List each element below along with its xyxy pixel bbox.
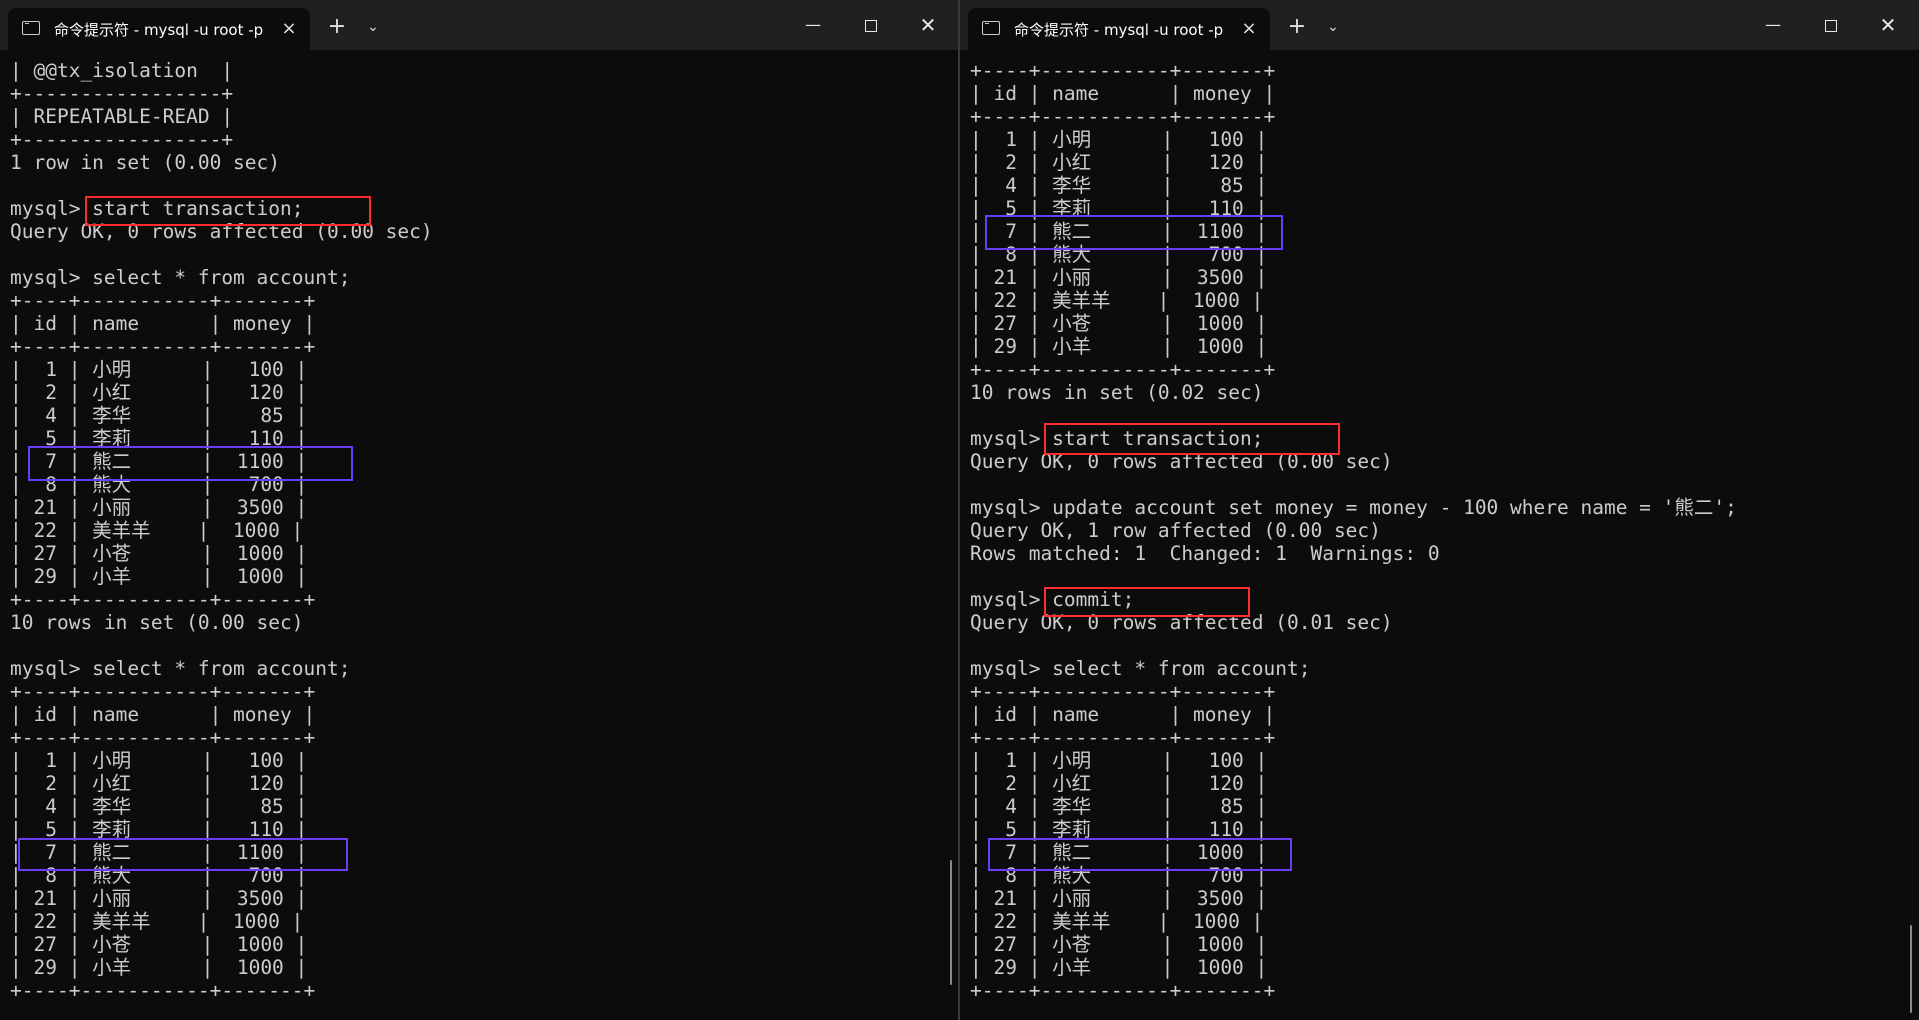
- terminal-window-right[interactable]: 命令提示符 - mysql -u root -p × + ⌄ — ✕ +----…: [960, 0, 1919, 1020]
- terminal-line: | id | name | money |: [970, 82, 1276, 105]
- terminal-line: +----+-----------+-------+: [970, 358, 1276, 381]
- terminal-line: Query OK, 1 row affected (0.00 sec): [970, 519, 1381, 542]
- terminal-line: +-----------------+: [10, 128, 234, 151]
- terminal-line: | 22 | 美羊羊 | 1000 |: [10, 519, 304, 542]
- terminal-line: mysql> select * from account;: [970, 657, 1311, 680]
- close-window-button[interactable]: ✕: [1873, 10, 1903, 40]
- terminal-line: | 1 | 小明 | 100 |: [970, 749, 1268, 772]
- highlight-box-commit: [1044, 587, 1250, 617]
- terminal-line: +----+-----------+-------+: [10, 726, 316, 749]
- close-window-button[interactable]: ✕: [913, 10, 943, 40]
- tab-title: 命令提示符 - mysql -u root -p: [1014, 21, 1224, 39]
- terminal-line: +-----------------+: [10, 82, 234, 105]
- terminal-line: mysql> select * from account;: [10, 266, 351, 289]
- tab-cmd-mysql[interactable]: 命令提示符 - mysql -u root -p ×: [8, 8, 310, 50]
- terminal-line: | 2 | 小红 | 120 |: [10, 772, 308, 795]
- terminal-line: +----+-----------+-------+: [970, 59, 1276, 82]
- terminal-line: mysql> select * from account;: [10, 657, 351, 680]
- minimize-button[interactable]: —: [798, 10, 828, 40]
- terminal-line: | 27 | 小苍 | 1000 |: [10, 542, 308, 565]
- terminal-line: +----+-----------+-------+: [970, 979, 1276, 1002]
- terminal-icon: [982, 21, 1000, 35]
- highlight-box-row-7: [985, 215, 1283, 250]
- terminal-line: 1 row in set (0.00 sec): [10, 151, 281, 174]
- title-bar[interactable]: 命令提示符 - mysql -u root -p × + ⌄ — ✕: [0, 0, 959, 50]
- new-tab-button[interactable]: +: [1286, 16, 1308, 38]
- terminal-line: | REPEATABLE-READ |: [10, 105, 234, 128]
- terminal-line: | 29 | 小羊 | 1000 |: [970, 956, 1268, 979]
- terminal-line: | 29 | 小羊 | 1000 |: [970, 335, 1268, 358]
- terminal-line: 10 rows in set (0.02 sec): [970, 381, 1264, 404]
- terminal-icon: [22, 21, 40, 35]
- terminal-line: | 1 | 小明 | 100 |: [10, 358, 308, 381]
- terminal-line: | 27 | 小苍 | 1000 |: [10, 933, 308, 956]
- tab-title: 命令提示符 - mysql -u root -p: [54, 21, 264, 39]
- terminal-line: | id | name | money |: [10, 703, 316, 726]
- highlight-box-row-7: [28, 446, 353, 481]
- terminal-line: | 29 | 小羊 | 1000 |: [10, 956, 308, 979]
- terminal-line: | 4 | 李华 | 85 |: [970, 174, 1268, 197]
- terminal-line: | 22 | 美羊羊 | 1000 |: [970, 910, 1264, 933]
- terminal-line: | @@tx_isolation |: [10, 59, 234, 82]
- terminal-line: | 4 | 李华 | 85 |: [970, 795, 1268, 818]
- terminal-line: | 4 | 李华 | 85 |: [10, 795, 308, 818]
- terminal-line: | 1 | 小明 | 100 |: [970, 128, 1268, 151]
- terminal-line: | 21 | 小丽 | 3500 |: [10, 887, 308, 910]
- terminal-line: | id | name | money |: [10, 312, 316, 335]
- terminal-line: | 2 | 小红 | 120 |: [970, 772, 1268, 795]
- terminal-line: | 4 | 李华 | 85 |: [10, 404, 308, 427]
- terminal-line: +----+-----------+-------+: [10, 979, 316, 1002]
- terminal-line: +----+-----------+-------+: [10, 588, 316, 611]
- terminal-line: mysql> update account set money = money …: [970, 496, 1737, 519]
- terminal-output[interactable]: +----+-----------+-------+ | id | name | …: [970, 59, 1900, 1019]
- title-bar[interactable]: 命令提示符 - mysql -u root -p × + ⌄ — ✕: [960, 0, 1919, 50]
- terminal-line: +----+-----------+-------+: [10, 289, 316, 312]
- chevron-down-icon[interactable]: ⌄: [364, 18, 382, 36]
- maximize-button[interactable]: [1816, 10, 1846, 40]
- terminal-line: | 1 | 小明 | 100 |: [10, 749, 308, 772]
- maximize-icon: [865, 19, 877, 32]
- maximize-icon: [1825, 19, 1837, 32]
- highlight-box-start-transaction: [85, 196, 371, 226]
- highlight-box-row-7: [988, 838, 1292, 871]
- tab-close-icon[interactable]: ×: [1238, 18, 1260, 40]
- terminal-line: +----+-----------+-------+: [970, 105, 1276, 128]
- highlight-box-start-transaction: [1044, 423, 1340, 455]
- terminal-line: | 2 | 小红 | 120 |: [10, 381, 308, 404]
- chevron-down-icon[interactable]: ⌄: [1324, 18, 1342, 36]
- terminal-line: | 27 | 小苍 | 1000 |: [970, 933, 1268, 956]
- terminal-line: | 22 | 美羊羊 | 1000 |: [10, 910, 304, 933]
- terminal-line: | 29 | 小羊 | 1000 |: [10, 565, 308, 588]
- scrollbar[interactable]: [1910, 925, 1912, 1013]
- scrollbar[interactable]: [950, 860, 952, 985]
- new-tab-button[interactable]: +: [326, 16, 348, 38]
- maximize-button[interactable]: [856, 10, 886, 40]
- terminal-line: | 27 | 小苍 | 1000 |: [970, 312, 1268, 335]
- terminal-line: +----+-----------+-------+: [970, 726, 1276, 749]
- tab-cmd-mysql[interactable]: 命令提示符 - mysql -u root -p ×: [968, 8, 1270, 50]
- terminal-window-left[interactable]: 命令提示符 - mysql -u root -p × + ⌄ — ✕ | @@t…: [0, 0, 959, 1020]
- terminal-line: 10 rows in set (0.00 sec): [10, 611, 304, 634]
- terminal-line: | 21 | 小丽 | 3500 |: [970, 887, 1268, 910]
- terminal-line: Rows matched: 1 Changed: 1 Warnings: 0: [970, 542, 1440, 565]
- terminal-line: +----+-----------+-------+: [10, 335, 316, 358]
- terminal-line: | 22 | 美羊羊 | 1000 |: [970, 289, 1264, 312]
- terminal-line: | 21 | 小丽 | 3500 |: [970, 266, 1268, 289]
- tab-close-icon[interactable]: ×: [278, 18, 300, 40]
- terminal-line: | 2 | 小红 | 120 |: [970, 151, 1268, 174]
- minimize-button[interactable]: —: [1758, 10, 1788, 40]
- terminal-line: +----+-----------+-------+: [10, 680, 316, 703]
- highlight-box-row-7: [18, 838, 348, 871]
- terminal-line: +----+-----------+-------+: [970, 680, 1276, 703]
- terminal-line: | 21 | 小丽 | 3500 |: [10, 496, 308, 519]
- terminal-line: | id | name | money |: [970, 703, 1276, 726]
